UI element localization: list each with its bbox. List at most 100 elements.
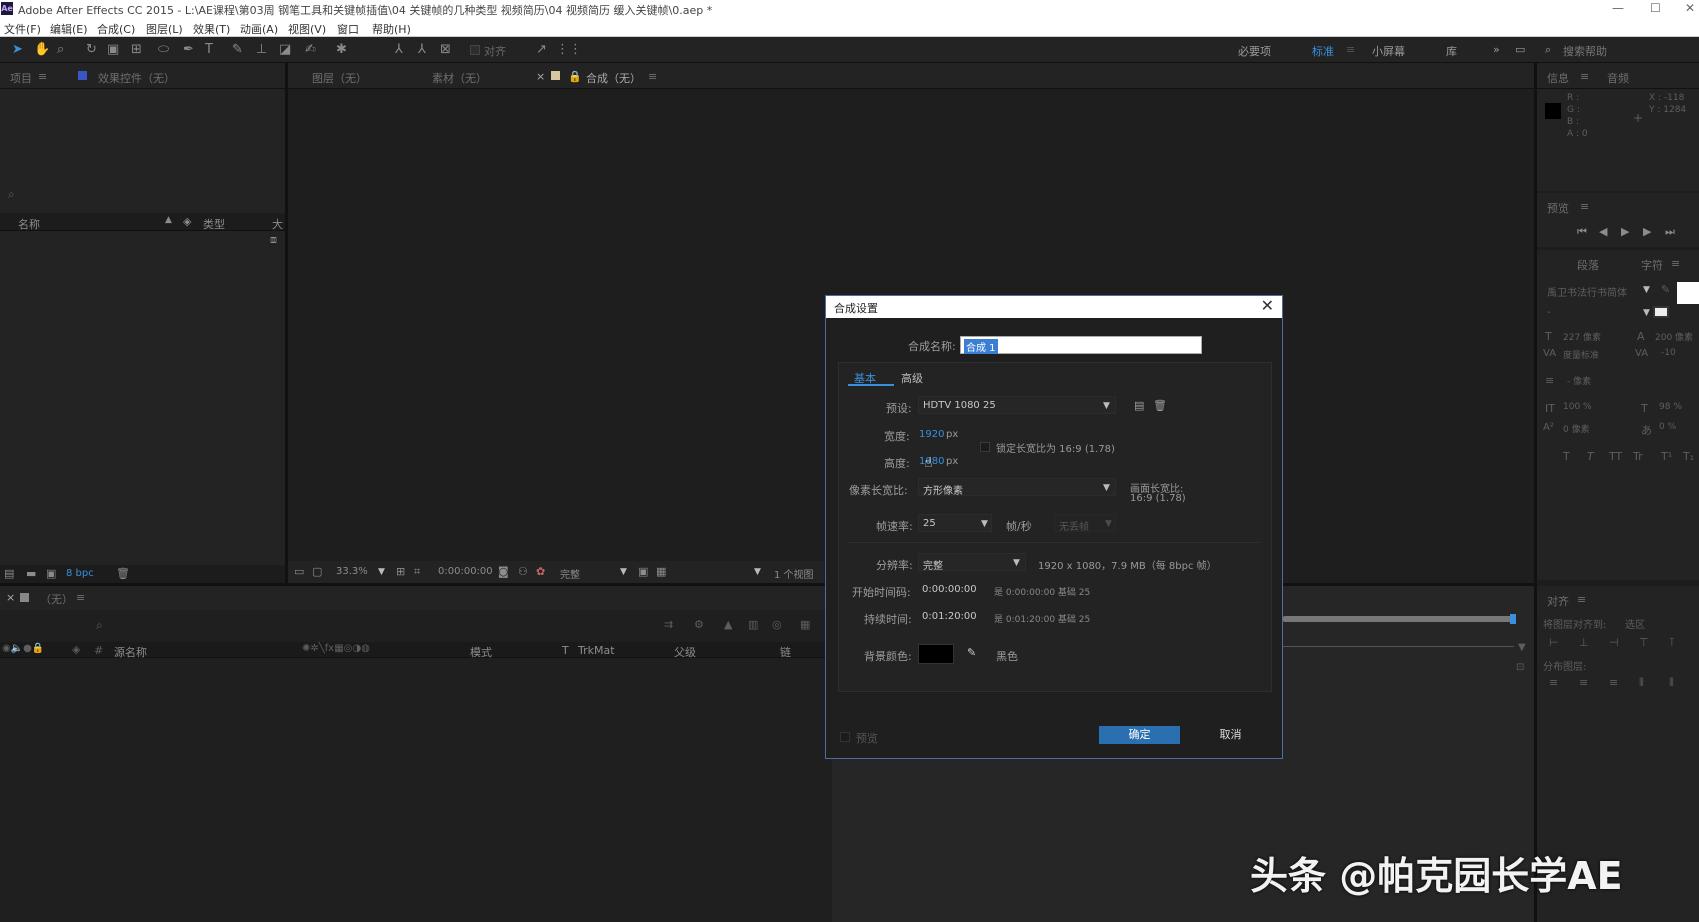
viewer-menu-icon[interactable]: ≡ [648,70,657,83]
menu-file[interactable]: 文件(F) [4,21,41,37]
close-window-button[interactable]: ✕ [1685,1,1695,15]
clone-stamp-tool-icon[interactable]: ⊥ [256,42,267,57]
col-size[interactable]: 大 [272,216,283,232]
zoom-slider-icon[interactable]: ▼ [1518,642,1526,653]
menu-window[interactable]: 窗口 [337,21,359,37]
frame-rate-select[interactable]: 25 ▼ [918,514,992,532]
tab-advanced[interactable]: 高级 [901,370,923,386]
kerning-value[interactable]: 度量标准 [1563,348,1599,361]
sort-up-icon[interactable]: ▲ [165,215,172,225]
menu-animation[interactable]: 动画(A) [240,21,278,37]
interpret-footage-icon[interactable]: ▤ [4,567,14,580]
menu-help[interactable]: 帮助(H) [372,21,411,37]
stroke-color-swatch[interactable] [1653,306,1669,318]
bpc-toggle[interactable]: 8 bpc [66,568,94,579]
distribute-hcenter-icon[interactable]: ⦀ [1669,676,1674,690]
shy-layers-icon[interactable]: ▲ [724,618,732,631]
fit-icon[interactable]: ⊞ [396,565,405,578]
close-timeline-icon[interactable]: × [6,591,15,604]
col-t[interactable]: T [562,644,569,657]
pan-behind-tool-icon[interactable]: ⊞ [131,42,142,57]
save-preset-icon[interactable]: ▤ [1134,399,1144,412]
tab-effect-controls[interactable]: 效果控件（无） [98,70,175,86]
resolution-dropdown-icon[interactable]: ▼ [620,567,627,577]
view-dropdown-icon[interactable]: ▼ [754,567,761,577]
minimize-button[interactable]: — [1612,1,1624,15]
align-vcenter-icon[interactable]: ⊺ [1669,636,1675,649]
region-icon[interactable]: ▢ [312,565,322,578]
bg-color-swatch[interactable] [918,644,954,664]
tracking-value[interactable]: -10 [1661,348,1676,358]
tab-footage[interactable]: 素材（无） [432,70,487,86]
puppet-pin-tool-icon[interactable]: ✱ [336,42,347,57]
eraser-tool-icon[interactable]: ◪ [279,42,291,57]
hand-tool-icon[interactable]: ✋ [34,42,50,57]
preview-checkbox[interactable] [840,732,850,742]
align-left-icon[interactable]: ⊢ [1549,636,1559,649]
workspace-essentials[interactable]: 必要项 [1238,43,1271,59]
menu-composition[interactable]: 合成(C) [97,21,135,37]
panel-menu-icon[interactable]: ≡ [38,70,47,83]
next-frame-icon[interactable]: ▶ [1643,225,1651,238]
timeline-search-icon[interactable]: ⌕ [96,618,103,633]
show-snapshot-icon[interactable]: ⚇ [518,565,528,578]
col-mode[interactable]: 模式 [470,644,492,660]
ellipse-tool-icon[interactable]: ⬭ [158,42,169,57]
roto-brush-tool-icon[interactable]: ✍ [305,42,316,57]
resolution-select[interactable]: 完整 [560,566,580,581]
col-trkmat[interactable]: TrkMat [578,644,615,657]
work-area-end-handle[interactable] [1510,614,1516,624]
menu-edit[interactable]: 编辑(E) [50,21,88,37]
work-area-bar[interactable] [1282,616,1514,622]
motion-blur-icon[interactable]: ◎ [772,618,782,631]
distribute-bottom-icon[interactable]: ≡ [1609,676,1618,689]
delete-icon[interactable]: 🗑 [116,567,130,580]
selection-tool-icon[interactable]: ➤ [12,42,23,57]
view-axis-icon[interactable]: ⊠ [440,42,451,57]
col-link[interactable]: 链 [780,644,791,660]
align-menu-icon[interactable]: ≡ [1577,593,1586,606]
current-time[interactable]: 0:00:00:00 [438,566,493,577]
menu-view[interactable]: 视图(V) [288,21,326,37]
bg-eyedropper-icon[interactable]: ✎ [967,646,976,659]
width-value[interactable]: 1920 [919,429,944,440]
preview-label[interactable]: 预览 [856,730,878,746]
prev-frame-icon[interactable]: ◀ [1599,225,1607,238]
align-right-icon[interactable]: ⊣ [1609,636,1619,649]
preview-menu-icon[interactable]: ≡ [1580,200,1589,213]
new-folder-icon[interactable]: ▬ [26,567,36,580]
align-top-icon[interactable]: ⊤ [1639,636,1649,649]
type-tool-icon[interactable]: T [205,42,213,57]
resolution-select[interactable]: 完整 ▼ [918,553,1026,572]
small-caps-button[interactable]: Tr [1633,450,1643,463]
ok-button[interactable]: 确定 [1099,726,1180,744]
camera-tool-icon[interactable]: ▣ [107,42,119,57]
stroke-width-value[interactable]: - 像素 [1567,374,1591,387]
align-to-select[interactable]: 选区 [1625,616,1645,631]
workspace-menu-icon[interactable]: ≡ [1346,43,1355,56]
lock-aspect-label[interactable]: 锁定长宽比为 16:9 (1.78) [996,440,1115,455]
faux-bold-button[interactable]: T [1563,450,1570,463]
start-timecode-value[interactable]: 0:00:00:00 [922,584,977,595]
drop-frame-select[interactable]: 无丢帧 ▼ [1054,514,1116,533]
vscale-value[interactable]: 100 % [1563,402,1592,412]
fill-color-swatch[interactable] [1677,282,1699,304]
leading-value[interactable]: 200 像素 [1655,330,1693,343]
zoom-select[interactable]: 33.3% [336,566,368,577]
graph-editor-icon[interactable]: ▦ [800,618,810,631]
font-dropdown-icon[interactable]: ▼ [1643,285,1650,295]
comp-mini-flowchart-icon[interactable]: ⇉ [664,618,673,631]
zoom-tool-icon[interactable]: ⌕ [57,42,64,57]
rotate-tool-icon[interactable]: ↻ [86,42,97,57]
pen-tool-icon[interactable]: ✒ [183,42,194,57]
workspace-small-screen[interactable]: 小屏幕 [1372,43,1405,59]
workspace-standard[interactable]: 标准 [1312,43,1334,59]
grid-icon[interactable]: ⌗ [414,565,420,579]
roi-icon[interactable]: ▣ [638,565,648,578]
eyedropper-icon[interactable]: ✎ [1661,283,1670,296]
lock-icon[interactable]: 🔒 [568,70,582,83]
search-help-input[interactable]: 搜索帮助 [1563,43,1607,59]
menu-layer[interactable]: 图层(L) [146,21,183,37]
preset-select[interactable]: HDTV 1080 25 ▼ [918,396,1116,414]
font-style-select[interactable]: - [1547,307,1551,318]
